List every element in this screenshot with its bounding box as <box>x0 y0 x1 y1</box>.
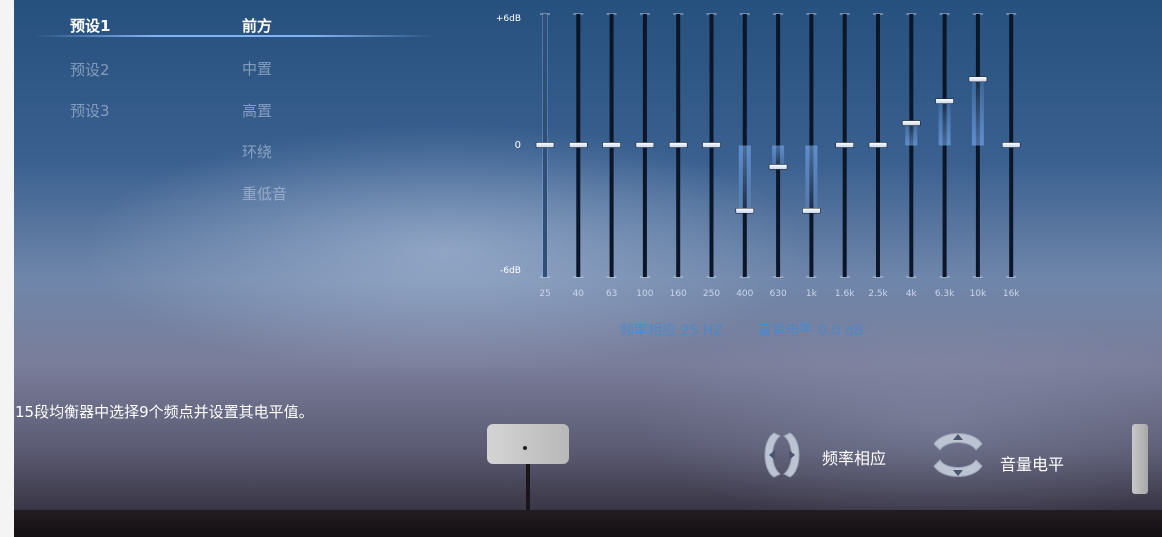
eq-band-freq-label: 160 <box>670 289 687 299</box>
eq-band[interactable]: 25 <box>535 13 555 299</box>
eq-band[interactable]: 10k <box>968 13 988 299</box>
status-level-label: 音量电平 <box>757 323 814 339</box>
status-level-value: 0.0 <box>818 323 841 339</box>
eq-band-knob[interactable] <box>602 142 621 148</box>
status-readout: 频率相应 25 HZ 音量电平 0.0 dB <box>620 320 863 340</box>
eq-band-freq-label: 6.3k <box>935 289 955 299</box>
floor-shadow <box>14 510 1162 537</box>
eq-bands: 25 40 63 100 160 250 400 630 1k 1.6k 2.5k 4k 6.3k 10k… <box>535 13 1021 299</box>
instruction-text: 从15段均衡器中选择9个频点并设置其电平值。 <box>14 403 314 421</box>
eq-band[interactable]: 630 <box>768 13 788 299</box>
eq-band-knob[interactable] <box>802 207 821 214</box>
eq-band-knob[interactable] <box>835 142 855 148</box>
eq-band-knob[interactable] <box>768 164 788 170</box>
eq-band-knob[interactable] <box>735 207 755 214</box>
eq-band-knob[interactable] <box>568 142 588 148</box>
hint-level-label: 音量电平 <box>1000 455 1065 474</box>
eq-band[interactable]: 1.6k <box>835 13 855 299</box>
eq-band-knob[interactable] <box>635 142 655 148</box>
side-device <box>1132 424 1148 494</box>
eq-band-knob[interactable] <box>668 142 688 148</box>
eq-band-knob[interactable] <box>968 76 988 83</box>
eq-band[interactable]: 4k <box>901 13 921 299</box>
eq-band[interactable]: 1k <box>802 13 821 299</box>
eq-band[interactable]: 250 <box>702 13 721 299</box>
eq-band-freq-label: 4k <box>906 289 918 299</box>
eq-band-knob[interactable] <box>1001 142 1021 148</box>
status-freq-unit: HZ <box>702 323 723 339</box>
eq-band-freq-label: 1.6k <box>835 289 855 299</box>
scale-label-top: +6dB <box>496 14 521 24</box>
eq-band[interactable]: 16k <box>1001 13 1021 299</box>
eq-band[interactable]: 160 <box>668 13 688 299</box>
hint-frequency-label: 频率相应 <box>822 449 887 468</box>
eq-band-freq-label: 10k <box>970 289 987 299</box>
eq-band-freq-label: 63 <box>606 289 617 299</box>
eq-band[interactable]: 400 <box>735 13 755 299</box>
status-freq-value: 25 <box>680 323 699 339</box>
eq-band-knob[interactable] <box>702 142 721 148</box>
eq-band[interactable]: 2.5k <box>868 13 889 299</box>
left-right-arrows-icon <box>764 432 800 478</box>
eq-band-knob[interactable] <box>935 98 954 104</box>
eq-band-freq-label: 400 <box>736 289 753 299</box>
eq-band[interactable]: 6.3k <box>935 13 955 299</box>
eq-band-freq-label: 2.5k <box>868 289 888 299</box>
eq-band[interactable]: 40 <box>568 13 588 299</box>
eq-band-freq-label: 1k <box>806 289 818 299</box>
eq-band-freq-label: 630 <box>770 289 787 299</box>
up-down-arrows-icon <box>933 433 983 477</box>
scale-label-zero: 0 <box>515 140 521 151</box>
eq-band[interactable]: 63 <box>602 13 621 299</box>
eq-band-freq-label: 100 <box>636 289 653 299</box>
eq-settings-screen: 预设1 预设2 预设3 前方 中置 高置 环绕 重低音 +6dB 0 -6dB … <box>14 0 1162 537</box>
eq-band-freq-label: 25 <box>539 289 550 299</box>
eq-band[interactable]: 100 <box>635 13 655 299</box>
eq-band-freq-label: 40 <box>573 289 585 299</box>
status-level-unit: dB <box>844 323 864 339</box>
eq-band-freq-label: 16k <box>1003 289 1020 299</box>
status-freq-label: 频率相应 <box>620 323 676 339</box>
speaker-device <box>487 424 569 464</box>
eq-band-freq-label: 250 <box>703 289 720 299</box>
eq-band-knob[interactable] <box>535 142 555 148</box>
eq-band-knob[interactable] <box>868 142 888 148</box>
scale-label-bottom: -6dB <box>500 266 521 276</box>
eq-band-knob[interactable] <box>901 120 921 126</box>
equalizer-panel: +6dB 0 -6dB 25 40 63 100 160 250 400 630 1k 1.6k 2… <box>496 13 1021 299</box>
